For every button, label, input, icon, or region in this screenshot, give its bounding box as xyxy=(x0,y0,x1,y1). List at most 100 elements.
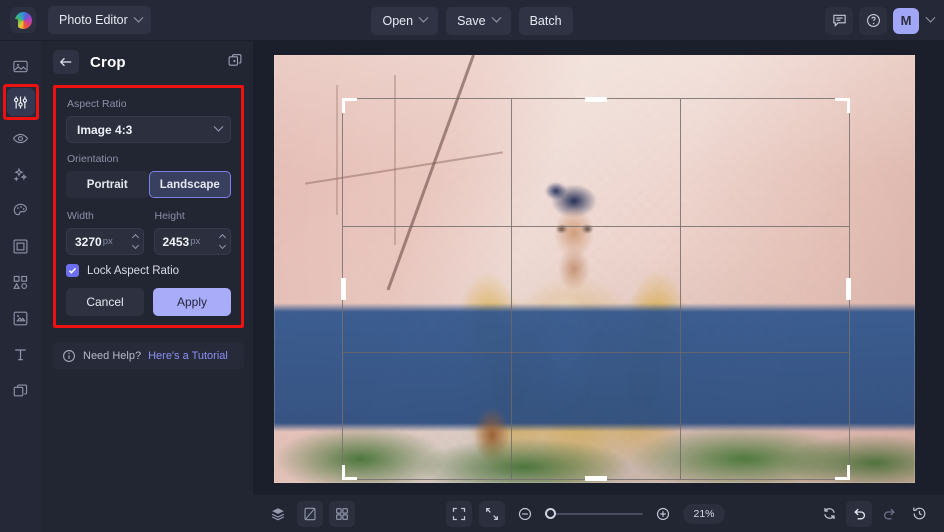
crop-handle-bottom-left[interactable] xyxy=(342,465,357,480)
crop-handle-bottom-right[interactable] xyxy=(835,465,850,480)
cancel-button[interactable]: Cancel xyxy=(66,288,144,316)
crop-gridline-vertical-1 xyxy=(511,99,512,479)
batch-button[interactable]: Batch xyxy=(519,7,573,35)
aspect-ratio-select[interactable]: Image 4:3 xyxy=(66,116,231,143)
width-input[interactable]: 3270 px xyxy=(66,228,144,255)
crop-gridline-vertical-2 xyxy=(680,99,681,479)
dimension-fields: Width 3270 px Height 2453 px xyxy=(66,208,231,255)
top-bar: Photo Editor Open Save Batch xyxy=(0,0,944,41)
sidebar-item-retouch[interactable] xyxy=(7,196,35,224)
zoom-slider-handle[interactable] xyxy=(545,508,556,519)
chevron-down-icon[interactable] xyxy=(219,242,226,249)
apply-button[interactable]: Apply xyxy=(153,288,231,316)
height-stepper[interactable] xyxy=(220,235,225,248)
sidebar-item-layers[interactable] xyxy=(7,376,35,404)
canvas-stage[interactable] xyxy=(253,41,944,494)
zoom-out-button[interactable] xyxy=(512,501,538,527)
image-canvas[interactable] xyxy=(274,55,915,483)
orientation-portrait-option[interactable]: Portrait xyxy=(66,171,149,198)
sidebar-item-adjust[interactable] xyxy=(7,88,35,116)
app-menu-label: Photo Editor xyxy=(59,13,128,27)
batch-label: Batch xyxy=(530,14,562,28)
duplicate-layer-icon xyxy=(227,52,243,68)
chevron-down-icon xyxy=(491,13,501,23)
thumbnails-button[interactable] xyxy=(329,501,355,527)
sidebar-item-frame[interactable] xyxy=(7,232,35,260)
arrow-left-icon xyxy=(59,56,73,68)
open-button[interactable]: Open xyxy=(371,7,438,35)
crop-handle-right-center[interactable] xyxy=(846,278,851,300)
feedback-button[interactable] xyxy=(825,7,853,35)
redo-button[interactable] xyxy=(876,501,902,527)
lock-aspect-ratio-checkbox[interactable]: Lock Aspect Ratio xyxy=(66,264,231,277)
sidebar-item-transform[interactable] xyxy=(7,304,35,332)
history-controls xyxy=(816,501,932,527)
compare-button[interactable] xyxy=(297,501,323,527)
app-menu-button[interactable]: Photo Editor xyxy=(48,6,151,34)
page-title: Crop xyxy=(90,54,126,71)
palette-icon xyxy=(12,202,29,219)
actual-size-button[interactable] xyxy=(479,501,505,527)
sidebar-item-effects[interactable] xyxy=(7,124,35,152)
save-label: Save xyxy=(457,14,486,28)
zoom-level-display[interactable]: 21% xyxy=(683,504,725,524)
tutorial-link[interactable]: Here's a Tutorial xyxy=(148,350,228,362)
width-unit: px xyxy=(103,236,113,247)
sidebar-item-shapes[interactable] xyxy=(7,268,35,296)
plus-circle-icon xyxy=(655,506,671,522)
reset-rotate-icon xyxy=(821,505,838,522)
crop-handle-top-right[interactable] xyxy=(835,98,850,113)
undo-button[interactable] xyxy=(846,501,872,527)
redo-icon xyxy=(881,505,898,522)
crop-handle-top-left[interactable] xyxy=(342,98,357,113)
crop-handle-left-center[interactable] xyxy=(341,278,346,300)
height-field-group: Height 2453 px xyxy=(154,208,232,255)
image-icon xyxy=(12,58,29,75)
crop-handle-bottom-center[interactable] xyxy=(585,476,607,481)
orientation-segmented-control: Portrait Landscape xyxy=(66,171,231,198)
back-button[interactable] xyxy=(53,50,79,74)
sidebar-item-text[interactable] xyxy=(7,340,35,368)
top-bar-right-actions: M xyxy=(825,0,934,41)
help-button[interactable] xyxy=(859,7,887,35)
crop-handle-top-center[interactable] xyxy=(585,97,607,102)
chevron-up-icon[interactable] xyxy=(219,234,226,241)
avatar-initial: M xyxy=(901,13,912,28)
crop-transform-icon xyxy=(12,310,29,327)
zoom-slider[interactable] xyxy=(545,506,643,522)
chevron-up-icon[interactable] xyxy=(131,234,138,241)
compare-split-icon xyxy=(302,506,318,522)
chevron-down-icon xyxy=(133,12,143,22)
question-circle-icon xyxy=(866,13,881,28)
crop-selection-box[interactable] xyxy=(342,98,850,480)
app-logo xyxy=(10,7,36,33)
grid-view-icon xyxy=(334,506,350,522)
duplicate-layer-button[interactable] xyxy=(227,52,243,73)
fit-to-screen-icon xyxy=(451,506,467,522)
zoom-in-button[interactable] xyxy=(650,501,676,527)
height-input[interactable]: 2453 px xyxy=(154,228,232,255)
checkmark-icon xyxy=(68,266,77,275)
orientation-landscape-option[interactable]: Landscape xyxy=(149,171,232,198)
crop-gridline-horizontal-1 xyxy=(343,226,849,227)
chevron-down-icon[interactable] xyxy=(131,242,138,249)
save-button[interactable]: Save xyxy=(446,7,511,35)
sidebar-item-ai-tools[interactable] xyxy=(7,160,35,188)
account-chevron-down-icon[interactable] xyxy=(926,13,936,23)
shapes-icon xyxy=(12,274,29,291)
tutorial-banner[interactable]: Need Help? Here's a Tutorial xyxy=(53,342,244,369)
layers-panel-button[interactable] xyxy=(265,501,291,527)
height-value: 2453 xyxy=(163,235,190,249)
fit-to-screen-button[interactable] xyxy=(446,501,472,527)
sparkles-icon xyxy=(12,166,29,183)
zoom-slider-track xyxy=(545,513,643,515)
width-stepper[interactable] xyxy=(133,235,138,248)
panel-header: Crop xyxy=(41,41,253,83)
avatar[interactable]: M xyxy=(893,8,919,34)
photo-editor-window: Photo Editor Open Save Batch xyxy=(0,0,944,532)
crop-controls-highlight: Aspect Ratio Image 4:3 Orientation Portr… xyxy=(53,85,244,328)
reset-button[interactable] xyxy=(816,501,842,527)
crop-gridline-horizontal-2 xyxy=(343,352,849,353)
sidebar-item-image[interactable] xyxy=(7,52,35,80)
history-button[interactable] xyxy=(906,501,932,527)
